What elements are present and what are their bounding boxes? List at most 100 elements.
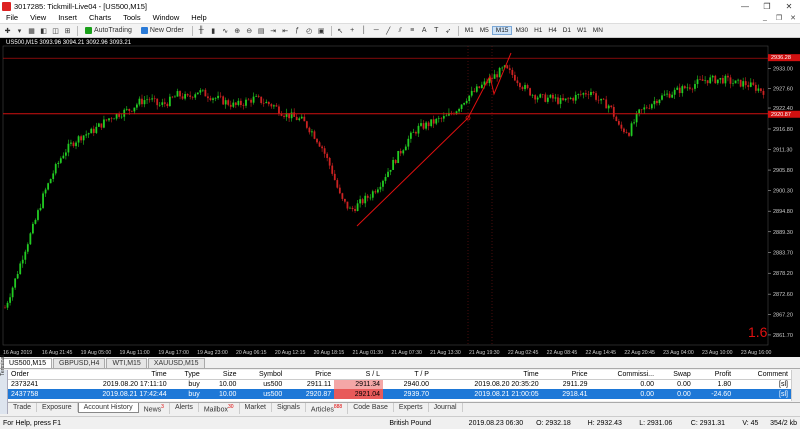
- column-header[interactable]: Time: [431, 370, 542, 380]
- column-header[interactable]: Price: [285, 370, 335, 380]
- restore-button[interactable]: ❐: [756, 2, 778, 11]
- chart-tab-gbpusd[interactable]: GBPUSD,H4: [52, 358, 106, 368]
- tf-mn[interactable]: MN: [590, 27, 606, 34]
- fibonacci-icon[interactable]: ≡: [407, 25, 418, 36]
- chart-canvas[interactable]: 2933.002927.602922.402916.802911.302905.…: [0, 38, 800, 357]
- candles-icon[interactable]: ▮: [208, 25, 219, 36]
- table-cell: 0.00: [640, 380, 655, 388]
- candle-body: [754, 84, 757, 91]
- column-header[interactable]: Size: [202, 370, 240, 380]
- mdi-minimize-button[interactable]: _: [758, 14, 772, 22]
- menu-insert[interactable]: Insert: [52, 13, 83, 22]
- trendline-icon[interactable]: ╱: [383, 25, 394, 36]
- terminal-tab[interactable]: Market: [240, 403, 272, 412]
- terminal-tab[interactable]: News3: [139, 403, 170, 415]
- navigator-icon[interactable]: ◫: [50, 25, 61, 36]
- terminal-tab[interactable]: Account History: [77, 403, 139, 413]
- new-order-button[interactable]: New Order: [137, 25, 188, 36]
- tf-h4[interactable]: H4: [545, 27, 559, 34]
- tf-h1[interactable]: H1: [531, 27, 545, 34]
- candle-body: [44, 189, 47, 194]
- column-header[interactable]: Price: [541, 370, 591, 380]
- autoscroll-icon[interactable]: ⇥: [268, 25, 279, 36]
- column-header[interactable]: Order: [8, 370, 60, 380]
- column-header[interactable]: Swap: [657, 370, 694, 380]
- mdi-restore-button[interactable]: ❐: [772, 14, 786, 22]
- table-cell: 0.00: [677, 380, 691, 388]
- text-icon[interactable]: A: [419, 25, 430, 36]
- chart-tab-wti[interactable]: WTI,M15: [106, 358, 147, 368]
- minimize-button[interactable]: —: [734, 2, 756, 11]
- market-watch-icon[interactable]: ◧: [38, 25, 49, 36]
- dropdown-icon[interactable]: ▾: [14, 25, 25, 36]
- indicators-icon[interactable]: ƒ: [292, 25, 303, 36]
- line-chart-icon[interactable]: ∿: [220, 25, 231, 36]
- terminal-tab[interactable]: Trade: [8, 403, 38, 412]
- menu-file[interactable]: File: [0, 13, 24, 22]
- new-chart-icon[interactable]: ✚: [2, 25, 13, 36]
- arrows-icon[interactable]: ➶: [443, 25, 454, 36]
- x-tick-label: 22 Aug 20:45: [624, 350, 655, 356]
- table-row[interactable]: 2373241 2019.08.20 17:11:10 buy 10.00 us500 2…: [8, 379, 791, 389]
- tf-m30[interactable]: M30: [512, 27, 531, 34]
- column-header[interactable]: Type: [169, 370, 203, 380]
- column-header[interactable]: Time: [59, 370, 170, 380]
- horizontal-line-icon[interactable]: ─: [371, 25, 382, 36]
- chart-tab-us500[interactable]: US500,M15: [3, 358, 52, 368]
- mdi-close-button[interactable]: ✕: [786, 14, 800, 22]
- table-row[interactable]: 2437758 2019.08.21 17:42:44 buy 10.00 us500 2…: [8, 389, 791, 399]
- candle-body: [222, 96, 225, 105]
- terminal-tab[interactable]: Articles888: [306, 403, 349, 415]
- templates-icon[interactable]: ▣: [316, 25, 327, 36]
- terminal-tab[interactable]: Alerts: [170, 403, 199, 412]
- column-header[interactable]: Symbol: [239, 370, 286, 380]
- column-header[interactable]: Comment: [734, 370, 791, 380]
- menu-tools[interactable]: Tools: [117, 13, 147, 22]
- menu-help[interactable]: Help: [185, 13, 212, 22]
- chart-text-label[interactable]: 1.6: [748, 324, 767, 340]
- cursor-icon[interactable]: ↖: [335, 25, 346, 36]
- crosshair-icon[interactable]: +: [347, 25, 358, 36]
- zoom-in-icon[interactable]: ⊕: [232, 25, 243, 36]
- y-tick-label: 2894.80: [773, 209, 793, 215]
- candle-body: [501, 67, 504, 69]
- terminal-tab[interactable]: Experts: [394, 403, 429, 412]
- price-chart[interactable]: 2933.00 2927.60 2922.40 2916.80 2911.30 2905.…: [0, 38, 800, 357]
- label-icon[interactable]: T: [431, 25, 442, 36]
- tf-w1[interactable]: W1: [574, 27, 590, 34]
- tf-d1[interactable]: D1: [560, 27, 574, 34]
- autotrading-button[interactable]: AutoTrading: [81, 25, 136, 36]
- terminal-tab[interactable]: Signals: [272, 403, 306, 412]
- terminal-tab[interactable]: Code Base: [348, 403, 394, 412]
- candle-body: [384, 176, 387, 181]
- terminal-tab[interactable]: Exposure: [37, 403, 78, 412]
- column-header[interactable]: Profit: [693, 370, 735, 380]
- profiles-icon[interactable]: ▦: [26, 25, 37, 36]
- tile-icon[interactable]: ▤: [256, 25, 267, 36]
- terminal-tab[interactable]: Mailbox30: [199, 403, 240, 415]
- candle-body: [217, 95, 219, 99]
- column-header[interactable]: T / P: [383, 370, 432, 380]
- shift-icon[interactable]: ⇤: [280, 25, 291, 36]
- strategy-tester-icon[interactable]: ⊞: [62, 25, 73, 36]
- close-button[interactable]: ✕: [778, 2, 800, 11]
- vertical-line-icon[interactable]: │: [359, 25, 370, 36]
- menu-view[interactable]: View: [24, 13, 52, 22]
- tf-m1[interactable]: M1: [462, 27, 477, 34]
- zoom-out-icon[interactable]: ⊖: [244, 25, 255, 36]
- terminal-tab[interactable]: Journal: [429, 403, 463, 412]
- menu-charts[interactable]: Charts: [83, 13, 117, 22]
- tf-m15[interactable]: M15: [491, 26, 513, 35]
- candle-body: [534, 95, 537, 100]
- terminal-tab-badge: 888: [333, 404, 343, 410]
- equidistant-channel-icon[interactable]: ⫽: [395, 25, 406, 36]
- terminal-scrollbar[interactable]: [791, 370, 800, 401]
- menu-window[interactable]: Window: [147, 13, 186, 22]
- column-header[interactable]: Commissi...: [590, 370, 658, 380]
- periods-icon[interactable]: ◴: [304, 25, 315, 36]
- tf-m5[interactable]: M5: [477, 27, 492, 34]
- bar-chart-icon[interactable]: ╫: [196, 25, 207, 36]
- terminal-side-bar[interactable]: Terminal: [0, 355, 8, 414]
- column-header[interactable]: S / L: [334, 370, 384, 380]
- chart-tab-xauusd[interactable]: XAUUSD,M15: [147, 358, 205, 368]
